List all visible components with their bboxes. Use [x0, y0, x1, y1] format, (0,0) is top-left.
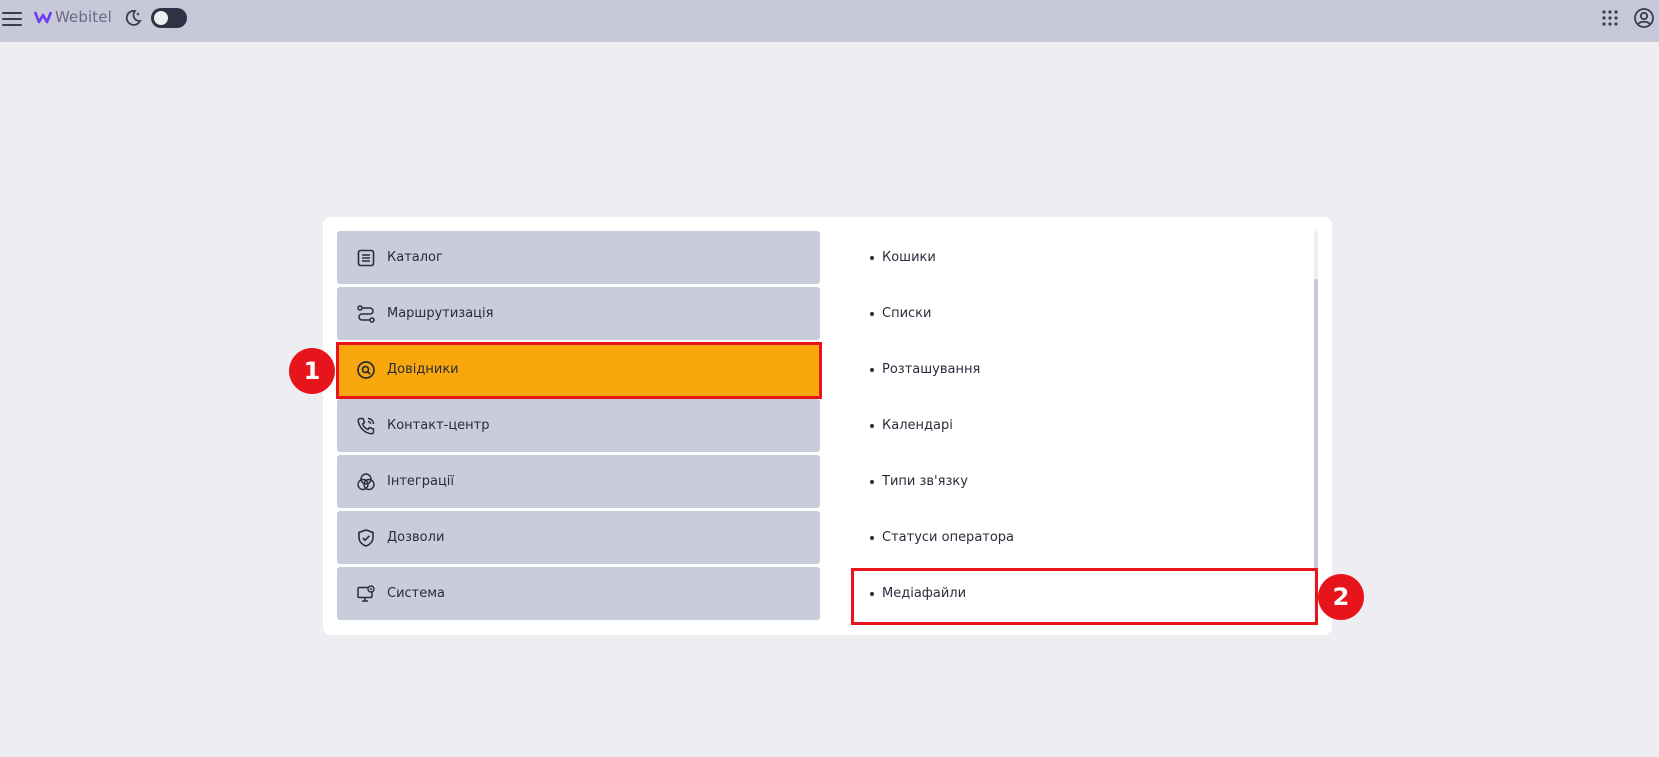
submenu-item-communication-types[interactable]: Типи зв'язку: [848, 455, 1308, 508]
phone-icon: [355, 415, 377, 437]
logo-text: Webitel: [55, 8, 112, 26]
menu-item-label: Каталог: [387, 250, 443, 265]
submenu-item-queues[interactable]: Кошики: [848, 231, 1308, 284]
theme-toggle[interactable]: [151, 8, 187, 28]
menu-item-label: Довідники: [387, 362, 459, 377]
menu-item-permissions[interactable]: Дозволи: [337, 511, 820, 564]
logo[interactable]: Webitel: [34, 8, 112, 26]
submenu-item-agent-statuses[interactable]: Статуси оператора: [848, 511, 1308, 564]
routing-icon: [355, 303, 377, 325]
system-monitor-icon: [355, 583, 377, 605]
bullet: [870, 535, 874, 540]
step-marker-1: 1: [289, 348, 335, 394]
scrollbar-thumb[interactable]: [1314, 279, 1318, 569]
menu-item-label: Система: [387, 586, 446, 601]
step-marker-2: 2: [1318, 574, 1364, 620]
submenu-item-media-files[interactable]: Медіафайли: [848, 567, 1308, 620]
submenu-item-label: Календарі: [882, 418, 953, 433]
directory-search-icon: [355, 359, 377, 381]
menu-item-integrations[interactable]: Інтеграції: [337, 455, 820, 508]
submenu-item-label: Списки: [882, 306, 932, 321]
menu-item-label: Дозволи: [387, 530, 445, 545]
menu-item-catalog[interactable]: Каталог: [337, 231, 820, 284]
menu-item-directories[interactable]: Довідники: [337, 343, 820, 396]
webitel-logo-icon: [34, 11, 52, 24]
submenu-item-label: Кошики: [882, 250, 936, 265]
bullet: [870, 367, 874, 372]
account-icon[interactable]: [1633, 7, 1655, 29]
shield-check-icon: [355, 527, 377, 549]
bullet: [870, 479, 874, 484]
submenu-item-label: Статуси оператора: [882, 530, 1015, 545]
bullet: [870, 423, 874, 428]
submenu-item-label: Розташування: [882, 362, 981, 377]
menu-item-system[interactable]: Система: [337, 567, 820, 620]
menu-icon[interactable]: [2, 9, 22, 27]
submenu-item-label: Медіафайли: [882, 586, 967, 601]
submenu: Кошики Списки Розташування Календарі Тип…: [848, 231, 1308, 623]
submenu-item-locations[interactable]: Розташування: [848, 343, 1308, 396]
menu-item-routing[interactable]: Маршрутизація: [337, 287, 820, 340]
top-bar: Webitel: [0, 0, 1659, 42]
bullet: [870, 311, 874, 316]
bullet: [870, 255, 874, 260]
integrations-icon: [355, 471, 377, 493]
moon-icon[interactable]: [123, 8, 143, 28]
submenu-item-label: Типи зв'язку: [882, 474, 968, 489]
toggle-knob: [154, 11, 168, 25]
apps-grid-icon[interactable]: [1601, 9, 1619, 27]
bullet: [870, 591, 874, 596]
submenu-item-calendars[interactable]: Календарі: [848, 399, 1308, 452]
navigation-card: Каталог Маршрутизація Довідники Контакт-…: [323, 217, 1332, 635]
main-menu: Каталог Маршрутизація Довідники Контакт-…: [337, 231, 820, 623]
submenu-item-lists[interactable]: Списки: [848, 287, 1308, 340]
catalog-icon: [355, 247, 377, 269]
menu-item-contact-center[interactable]: Контакт-центр: [337, 399, 820, 452]
menu-item-label: Інтеграції: [387, 474, 455, 489]
menu-item-label: Контакт-центр: [387, 418, 490, 433]
menu-item-label: Маршрутизація: [387, 306, 494, 321]
submenu-scrollbar[interactable]: [1314, 231, 1318, 621]
